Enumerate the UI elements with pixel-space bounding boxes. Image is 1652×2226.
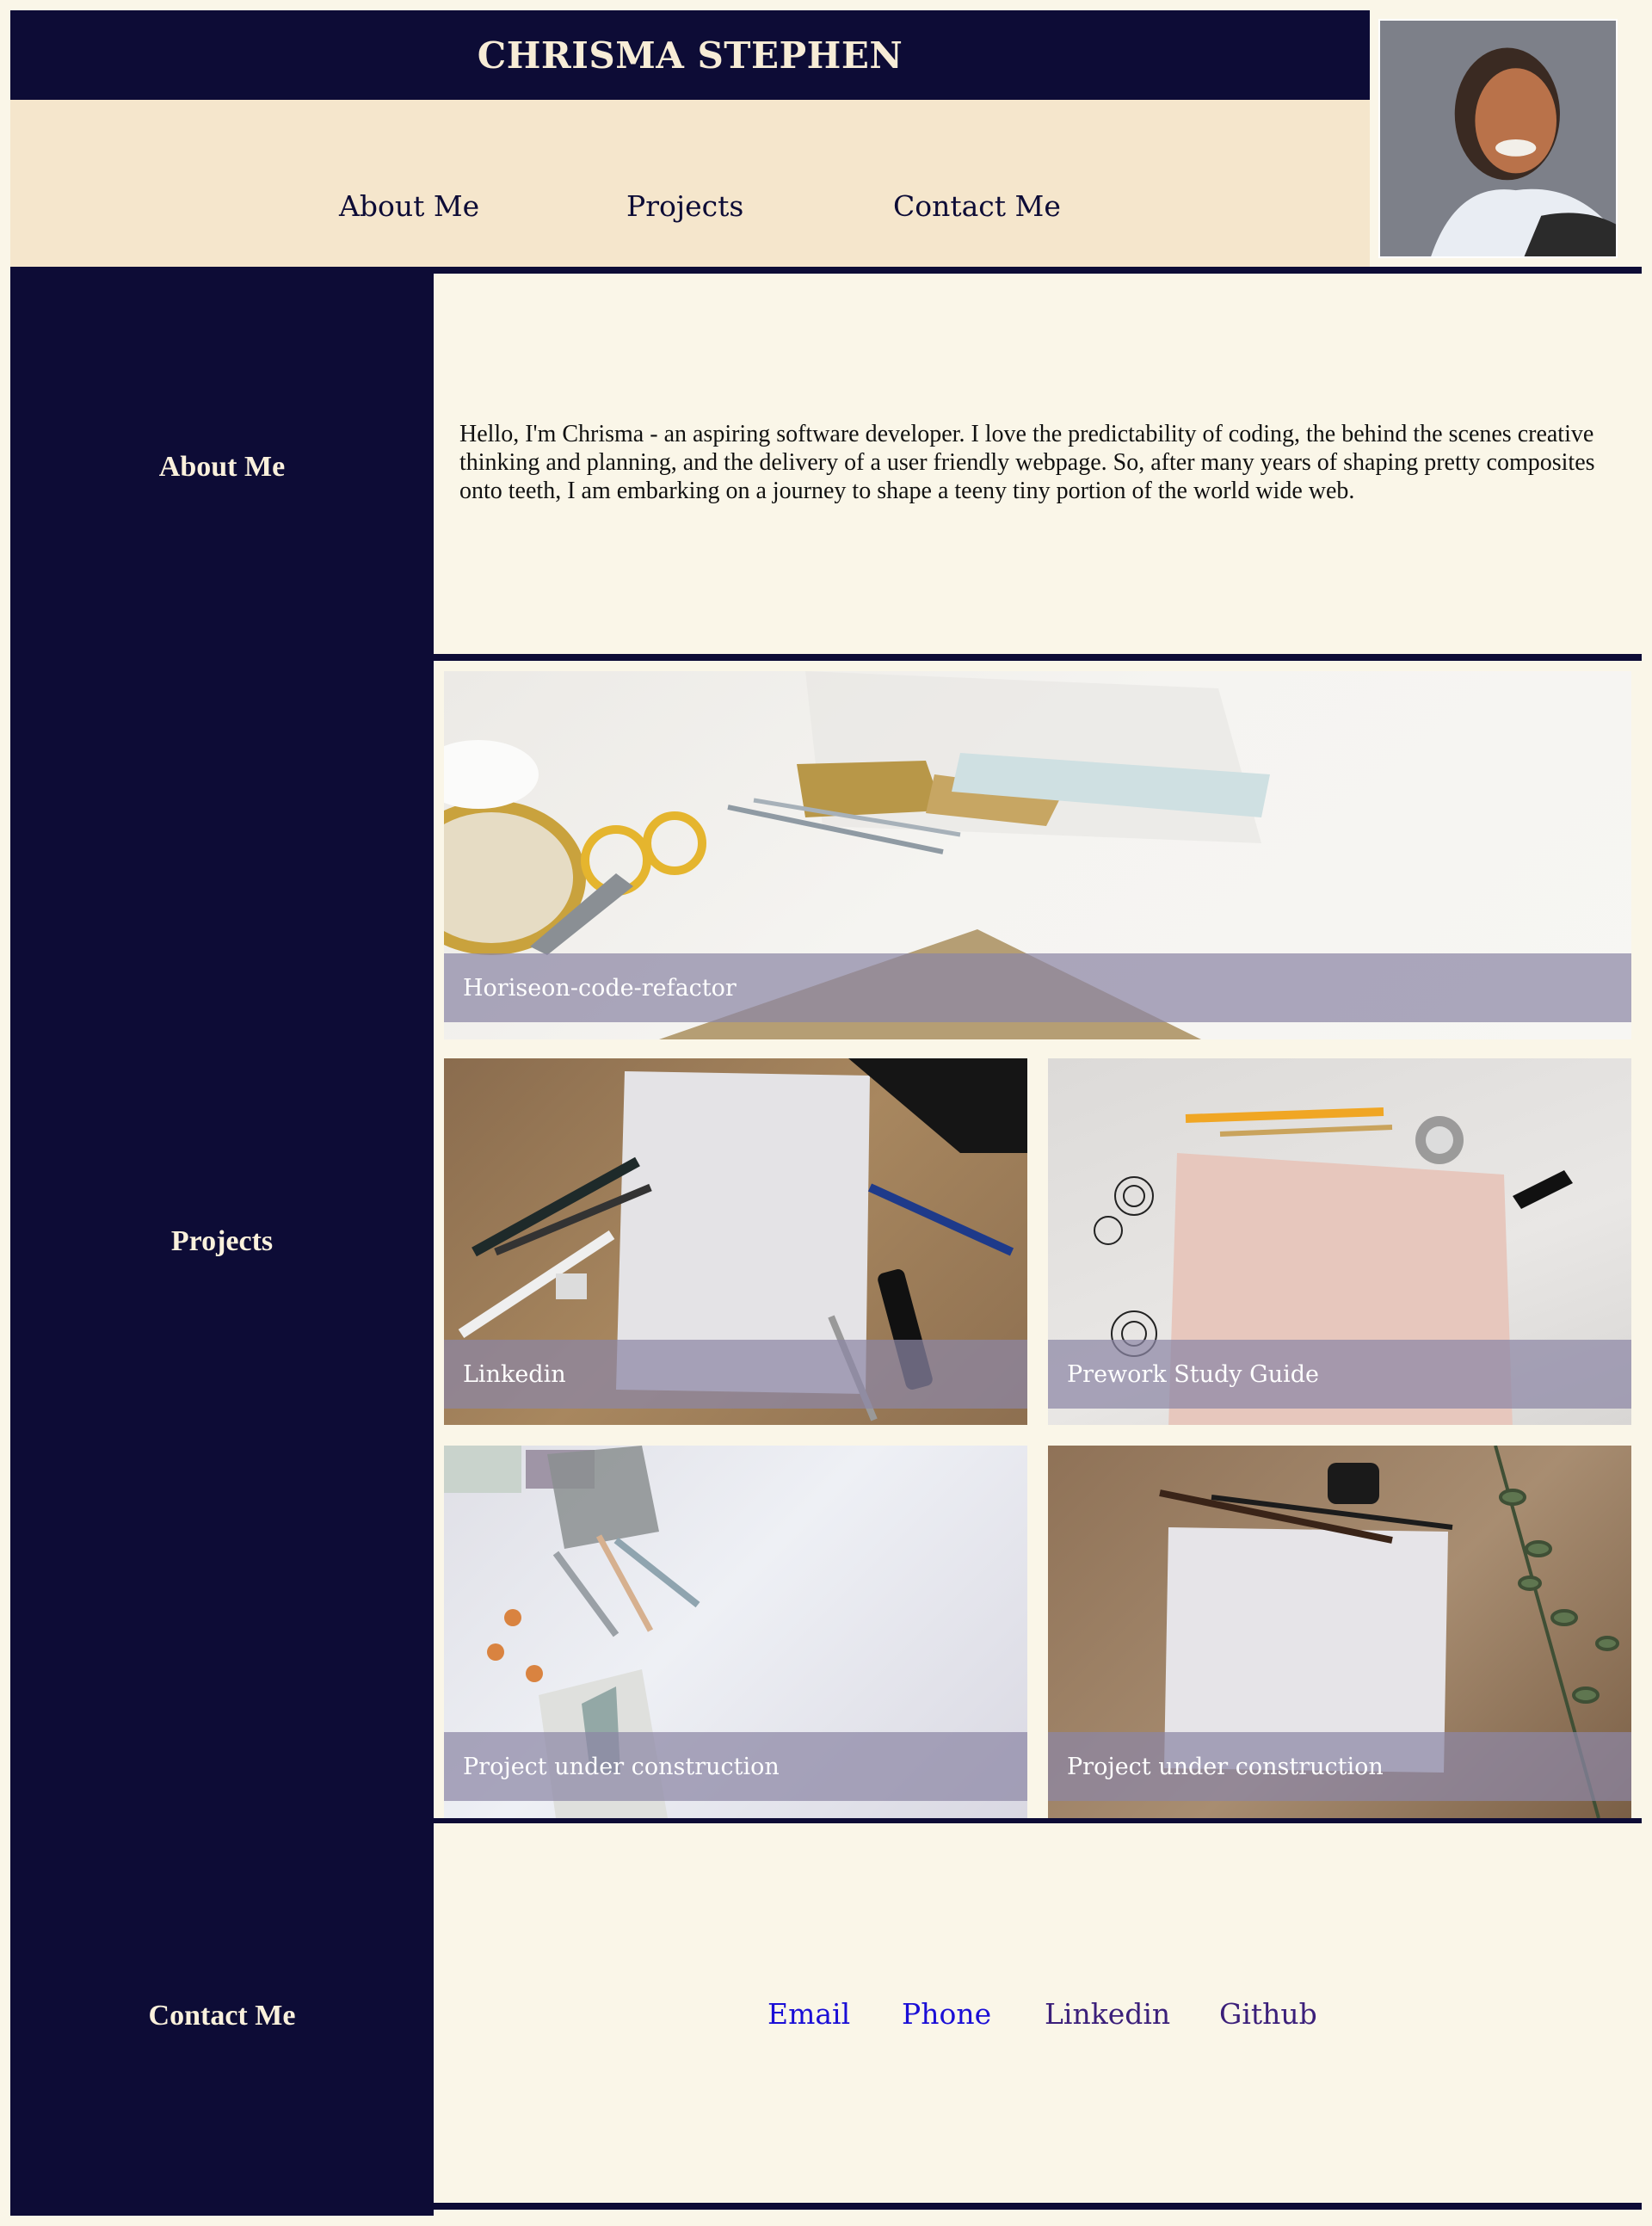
sidebar: About Me Projects Contact Me — [10, 274, 434, 2216]
project-title: Project under construction — [1067, 1753, 1384, 1780]
contact-section: Email Phone Linkedin Github — [434, 1823, 1642, 2203]
nav-link-contact[interactable]: Contact Me — [893, 189, 1061, 223]
footer-divider — [434, 2203, 1642, 2210]
contact-link-email[interactable]: Email — [767, 1997, 850, 2031]
contact-link-linkedin[interactable]: Linkedin — [1045, 1997, 1170, 2031]
sidebar-about-label: About Me — [158, 451, 286, 483]
header-divider — [10, 267, 1642, 274]
project-card-prework[interactable]: Prework Study Guide — [1048, 1058, 1631, 1425]
project-caption: Linkedin — [444, 1340, 1027, 1409]
sidebar-projects-label: Projects — [170, 1225, 274, 1257]
profile-photo-frame — [1370, 10, 1626, 267]
about-divider — [434, 654, 1642, 661]
nav-link-projects[interactable]: Projects — [626, 189, 743, 223]
project-caption: Horiseon-code-refactor — [444, 953, 1631, 1022]
about-text: Hello, I'm Chrisma - an aspiring softwar… — [459, 421, 1595, 504]
project-card-horiseon[interactable]: Horiseon-code-refactor — [444, 671, 1631, 1039]
about-section: Hello, I'm Chrisma - an aspiring softwar… — [434, 274, 1642, 654]
profile-photo — [1378, 19, 1618, 258]
project-title: Prework Study Guide — [1067, 1360, 1319, 1388]
nav-bar: About Me Projects Contact Me — [10, 100, 1370, 267]
nav-link-about[interactable]: About Me — [339, 189, 479, 223]
project-title: Project under construction — [463, 1753, 780, 1780]
project-title: Horiseon-code-refactor — [463, 974, 737, 1002]
project-card-construction-1[interactable]: Project under construction — [444, 1446, 1027, 1818]
project-card-construction-2[interactable]: Project under construction — [1048, 1446, 1631, 1818]
site-title: CHRISMA STEPHEN — [477, 34, 903, 77]
sidebar-contact-label: Contact Me — [148, 2000, 296, 2032]
contact-link-phone[interactable]: Phone — [902, 1997, 991, 2031]
profile-photo-illustration — [1380, 21, 1616, 256]
project-card-linkedin[interactable]: Linkedin — [444, 1058, 1027, 1425]
project-caption: Prework Study Guide — [1048, 1340, 1631, 1409]
header-name-bar: CHRISMA STEPHEN — [10, 10, 1370, 100]
project-caption: Project under construction — [1048, 1732, 1631, 1801]
contact-link-github[interactable]: Github — [1219, 1997, 1317, 2031]
project-title: Linkedin — [463, 1360, 566, 1388]
project-caption: Project under construction — [444, 1732, 1027, 1801]
